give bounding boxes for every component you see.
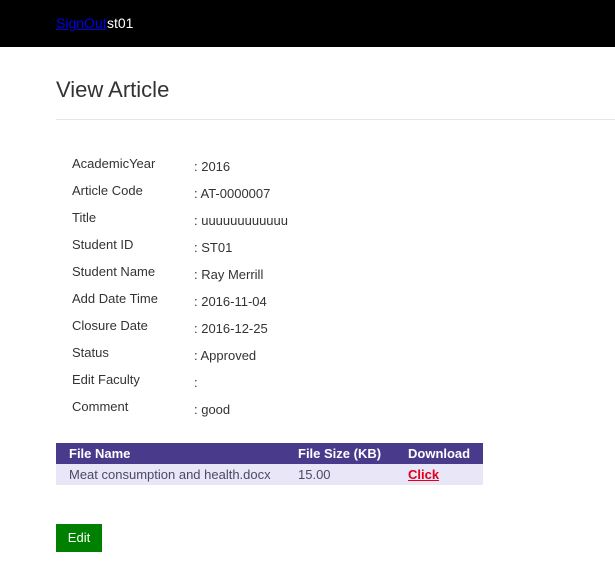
files-table: File Name File Size (KB) Download Meat c… <box>56 443 483 485</box>
field-value: : Ray Merrill <box>194 267 264 282</box>
table-header-row: File Name File Size (KB) Download <box>56 443 483 464</box>
field-label: Comment <box>72 399 129 414</box>
signout-link[interactable]: SignOut <box>56 15 107 31</box>
field-label: AcademicYear <box>72 156 156 171</box>
field-label: Student Name <box>72 264 156 279</box>
field-value: : 2016-12-25 <box>194 321 268 336</box>
field-value: : AT-0000007 <box>194 186 271 201</box>
username-label: st01 <box>107 15 134 31</box>
download-cell: Click <box>408 464 483 485</box>
download-link[interactable]: Click <box>408 467 439 482</box>
field-value: : 2016-11-04 <box>194 294 267 309</box>
field-label: Status <box>72 345 109 360</box>
field-label: Closure Date <box>72 318 148 333</box>
column-header-download: Download <box>408 443 483 464</box>
field-label: Student ID <box>72 237 134 252</box>
file-size-cell: 15.00 <box>298 464 408 485</box>
field-value: : Approved <box>194 348 257 363</box>
field-label: Article Code <box>72 183 143 198</box>
field-value: : ST01 <box>194 240 233 255</box>
top-navbar: SignOut st01 <box>0 0 615 47</box>
field-label: Edit Faculty <box>72 372 140 387</box>
page-title: View Article <box>56 77 170 102</box>
table-row: Meat consumption and health.docx 15.00 C… <box>56 464 483 485</box>
edit-button[interactable]: Edit <box>56 524 102 552</box>
field-label: Add Date Time <box>72 291 158 306</box>
field-value: : good <box>194 402 231 417</box>
column-header-file-name: File Name <box>56 443 298 464</box>
field-label: Title <box>72 210 97 225</box>
column-header-file-size: File Size (KB) <box>298 443 408 464</box>
field-value: : uuuuuuuuuuuu <box>194 213 288 228</box>
title-divider <box>56 119 615 120</box>
file-name-cell: Meat consumption and health.docx <box>56 464 298 485</box>
field-value: : <box>194 375 198 390</box>
field-value: : 2016 <box>194 159 231 174</box>
